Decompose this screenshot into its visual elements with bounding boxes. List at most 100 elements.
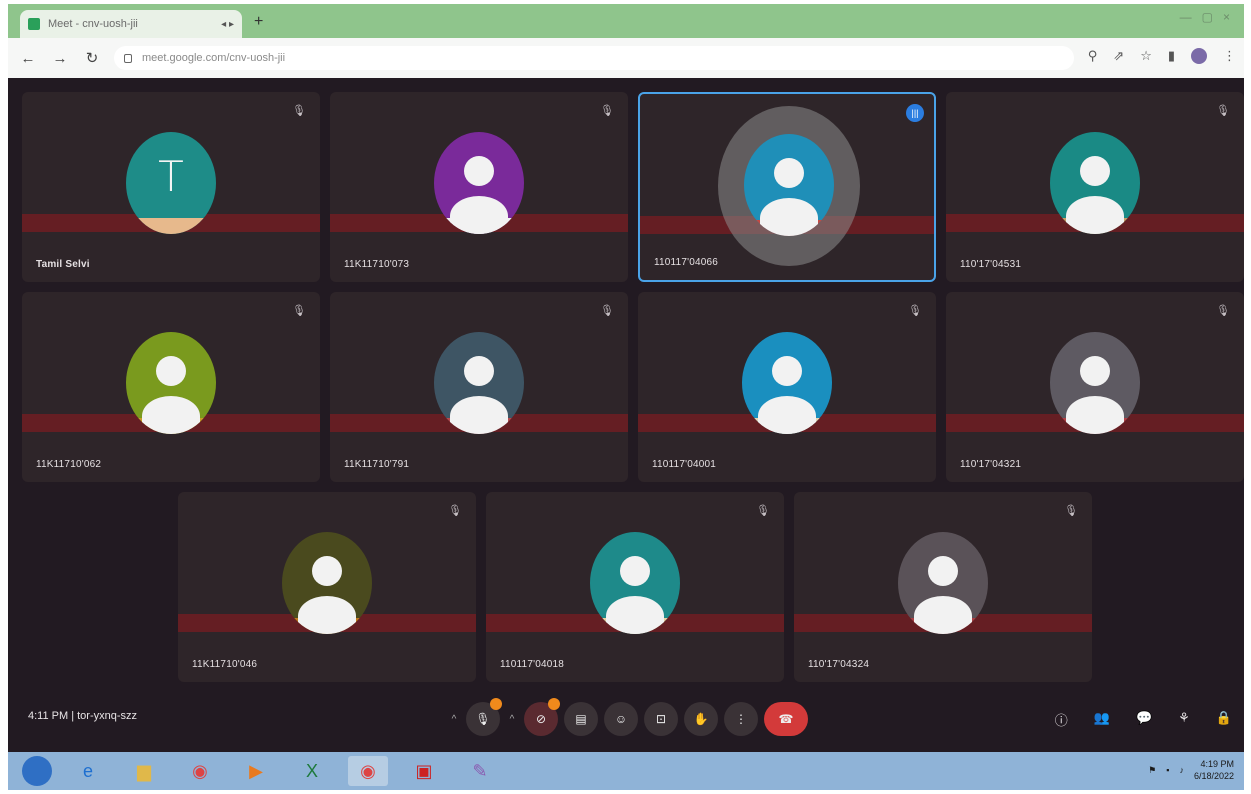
mic-muted-icon: 🎙 bbox=[908, 305, 922, 317]
default-person-body-icon bbox=[450, 396, 508, 434]
default-person-body-icon bbox=[1066, 396, 1124, 434]
more-options-button[interactable]: ⋮ bbox=[724, 702, 758, 736]
raise-hand-button[interactable]: ✋ bbox=[684, 702, 718, 736]
participant-tile[interactable]: 🎙 110'17'04324 bbox=[794, 492, 1092, 682]
participant-tile[interactable]: 🎙 11K11710'046 bbox=[178, 492, 476, 682]
emoji-icon: ☺ bbox=[614, 712, 628, 726]
participant-avatar bbox=[590, 532, 680, 634]
participant-name: 110117'04018 bbox=[500, 659, 565, 670]
participant-name: 110117'04066 bbox=[654, 257, 719, 268]
volume-icon[interactable]: ♪ bbox=[1179, 765, 1184, 775]
pdf-reader-icon[interactable]: ▣ bbox=[404, 756, 444, 786]
minimize-button[interactable]: — bbox=[1180, 10, 1192, 24]
network-icon[interactable]: ▪ bbox=[1166, 765, 1169, 775]
participant-tile[interactable]: T 🎙 Tamil Selvi bbox=[22, 92, 320, 282]
default-person-icon bbox=[928, 556, 958, 586]
default-person-icon bbox=[620, 556, 650, 586]
browser-toolbar: ← → ↻ meet.google.com/cnv-uosh-jii ⚲ ⇗ ☆… bbox=[8, 38, 1244, 78]
chevron-up-icon[interactable]: ^ bbox=[506, 714, 518, 725]
file-explorer-icon[interactable]: ▆ bbox=[124, 756, 164, 786]
info-icon[interactable]: ⓘ bbox=[1055, 710, 1068, 729]
microphone-button[interactable]: 🎙 bbox=[466, 698, 502, 736]
share-icon[interactable]: ⇗ bbox=[1113, 48, 1124, 64]
profile-avatar[interactable] bbox=[1191, 48, 1207, 64]
forward-arrow-icon[interactable]: → bbox=[48, 50, 72, 67]
participant-tile[interactable]: 🎙 11K11710'073 bbox=[330, 92, 628, 282]
present-button[interactable]: ⊡ bbox=[644, 702, 678, 736]
chrome-icon[interactable]: ◉ bbox=[180, 756, 220, 786]
participant-name: 110117'04001 bbox=[652, 459, 717, 470]
people-icon[interactable]: 👥 bbox=[1094, 710, 1110, 729]
camera-button[interactable]: ⊘ bbox=[524, 698, 560, 736]
camera-warning-badge bbox=[548, 698, 560, 710]
participant-tile[interactable]: 🎙 11K11710'062 bbox=[22, 292, 320, 482]
default-person-icon bbox=[156, 356, 186, 386]
mic-muted-icon: 🎙 bbox=[448, 505, 462, 517]
participant-tile[interactable]: 🎙 110'17'04531 bbox=[946, 92, 1244, 282]
system-tray: ⚑ ▪ ♪ 4:19 PM 6/18/2022 bbox=[1148, 758, 1234, 782]
chevron-up-icon[interactable]: ^ bbox=[448, 714, 460, 725]
start-button[interactable] bbox=[22, 756, 52, 786]
participant-avatar bbox=[126, 332, 216, 434]
host-controls-icon[interactable]: 🔒 bbox=[1216, 710, 1232, 729]
media-player-icon[interactable]: ▶ bbox=[236, 756, 276, 786]
back-arrow-icon[interactable]: ← bbox=[16, 50, 40, 67]
captions-icon: ▤ bbox=[575, 712, 587, 726]
tab-audio-controls[interactable]: ◂ ▸ bbox=[221, 19, 234, 30]
hand-icon: ✋ bbox=[693, 712, 709, 726]
tray-flag-icon[interactable]: ⚑ bbox=[1148, 765, 1156, 776]
lock-icon bbox=[124, 53, 132, 63]
chrome-active-icon[interactable]: ◉ bbox=[348, 756, 388, 786]
default-person-icon bbox=[772, 356, 802, 386]
more-vert-icon: ⋮ bbox=[735, 712, 747, 726]
chat-icon[interactable]: 💬 bbox=[1136, 710, 1152, 729]
participant-tile[interactable]: 🎙 110117'04018 bbox=[486, 492, 784, 682]
participant-tile[interactable]: ||| 110117'04066 bbox=[638, 92, 936, 282]
default-person-body-icon bbox=[1066, 196, 1124, 234]
paint-icon[interactable]: ✎ bbox=[460, 756, 500, 786]
participant-avatar bbox=[898, 532, 988, 634]
mic-muted-icon: 🎙 bbox=[292, 105, 306, 117]
excel-icon[interactable]: X bbox=[292, 756, 332, 786]
os-taskbar: e ▆ ◉ ▶ X ◉ ▣ ✎ ⚑ ▪ ♪ 4:19 PM 6/18/2022 bbox=[8, 752, 1244, 790]
tray-date: 6/18/2022 bbox=[1193, 771, 1234, 781]
toolbar-actions: ⚲ ⇗ ☆ ▮ ⋮ bbox=[1088, 48, 1236, 64]
participant-name: 110'17'04324 bbox=[808, 659, 870, 670]
tray-clock[interactable]: 4:19 PM 6/18/2022 bbox=[1194, 758, 1234, 782]
zoom-icon[interactable]: ⚲ bbox=[1088, 48, 1098, 64]
browser-tab[interactable]: Meet - cnv-uosh-jii ◂ ▸ bbox=[20, 10, 242, 38]
mic-muted-icon: 🎙 bbox=[600, 105, 614, 117]
default-person-icon bbox=[1080, 156, 1110, 186]
address-bar[interactable]: meet.google.com/cnv-uosh-jii bbox=[114, 46, 1074, 70]
activities-icon[interactable]: ⚘ bbox=[1178, 710, 1190, 729]
mic-muted-icon: 🎙 bbox=[600, 305, 614, 317]
participant-name: Tamil Selvi bbox=[36, 259, 90, 270]
bookmark-star-icon[interactable]: ☆ bbox=[1140, 48, 1152, 64]
meet-stage: T 🎙 Tamil Selvi 🎙 11K11710'073 ||| 110117'0406… bbox=[8, 78, 1244, 752]
present-screen-icon: ⊡ bbox=[655, 712, 667, 726]
participant-avatar bbox=[744, 134, 834, 236]
sidepanel-icon[interactable]: ▮ bbox=[1168, 48, 1175, 64]
menu-kebab-icon[interactable]: ⋮ bbox=[1223, 48, 1236, 64]
maximize-button[interactable]: ▢ bbox=[1202, 10, 1213, 24]
meeting-time-code: 4:11 PM | tor-yxnq-szz bbox=[28, 710, 138, 722]
mic-muted-icon: 🎙 bbox=[292, 305, 306, 317]
mic-muted-icon: 🎙 bbox=[756, 505, 770, 517]
emoji-button[interactable]: ☺ bbox=[604, 702, 638, 736]
leave-call-button[interactable]: ☎ bbox=[764, 702, 808, 736]
participant-tile[interactable]: 🎙 110117'04001 bbox=[638, 292, 936, 482]
participant-name: 110'17'04531 bbox=[960, 259, 1022, 270]
captions-button[interactable]: ▤ bbox=[564, 702, 598, 736]
reload-icon[interactable]: ↻ bbox=[80, 49, 104, 67]
new-tab-button[interactable]: + bbox=[254, 13, 263, 31]
default-person-body-icon bbox=[450, 196, 508, 234]
internet-explorer-icon[interactable]: e bbox=[68, 756, 108, 786]
microphone-icon: 🎙 bbox=[475, 712, 491, 726]
participant-tile[interactable]: 🎙 11K11710'791 bbox=[330, 292, 628, 482]
camera-off-icon: ⊘ bbox=[535, 712, 547, 726]
default-person-body-icon bbox=[142, 396, 200, 434]
close-button[interactable]: × bbox=[1223, 10, 1230, 24]
default-person-icon bbox=[1080, 356, 1110, 386]
participant-tile[interactable]: 🎙 110'17'04321 bbox=[946, 292, 1244, 482]
default-person-body-icon bbox=[760, 198, 818, 236]
